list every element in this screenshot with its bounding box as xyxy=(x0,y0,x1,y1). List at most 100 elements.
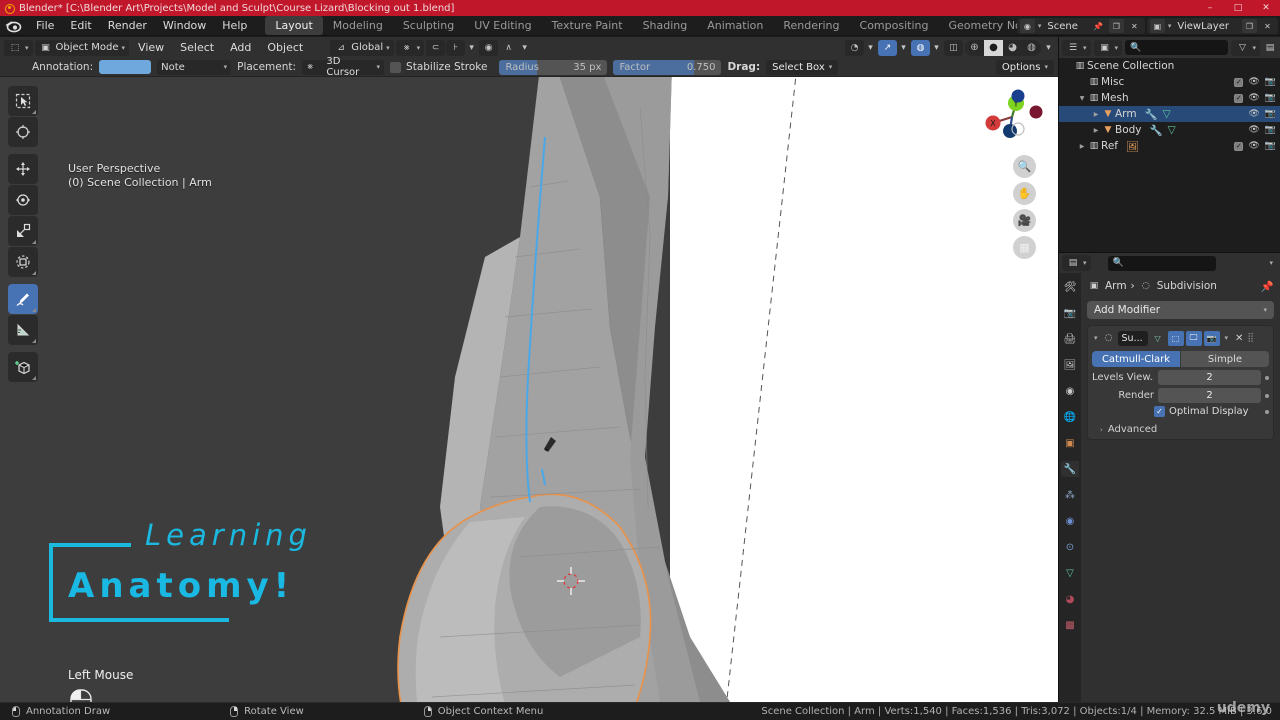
pin-icon[interactable]: 📌 xyxy=(1091,19,1106,33)
move-tool[interactable] xyxy=(8,154,38,184)
snap-pivot-selector[interactable]: ⨳ ▾ xyxy=(396,40,425,56)
expand-arrow[interactable]: ▶ xyxy=(1091,111,1101,118)
view-object-types-icon[interactable]: ◔ xyxy=(845,40,864,56)
drag-handle-icon[interactable]: ⣿ xyxy=(1247,333,1254,343)
xray-toggle-icon[interactable]: ◫ xyxy=(944,40,963,56)
properties-search-input[interactable]: 🔍 xyxy=(1108,256,1216,271)
tab-scene[interactable]: ◉ xyxy=(1061,383,1079,399)
outliner-editor-type[interactable]: ☰ ▾ xyxy=(1062,40,1091,56)
transform-tool[interactable] xyxy=(8,247,38,277)
delete-modifier-icon[interactable]: ✕ xyxy=(1233,333,1245,344)
animate-property-dot[interactable] xyxy=(1265,410,1269,414)
options-dropdown[interactable]: Options ▾ xyxy=(996,60,1054,75)
factor-slider[interactable]: Factor 0.750 xyxy=(613,60,721,75)
select-box-tool[interactable] xyxy=(8,86,38,116)
delete-viewlayer-icon[interactable]: ✕ xyxy=(1260,19,1275,33)
3d-viewport[interactable]: User Perspective (0) Scene Collection | … xyxy=(0,77,1058,702)
tab-object-data[interactable]: ▽ xyxy=(1061,565,1079,581)
camera-icon[interactable]: 📷 xyxy=(1265,93,1276,103)
modifier-icon[interactable]: 🔧 xyxy=(1150,124,1163,137)
chevron-down-icon[interactable]: ▾ xyxy=(931,40,942,56)
outliner-row-scene-collection[interactable]: ▥ Scene Collection xyxy=(1059,58,1280,74)
viewport-menu-view[interactable]: View xyxy=(131,41,171,54)
outliner-search-input[interactable]: 🔍 xyxy=(1125,40,1228,55)
on-cage-icon[interactable]: ▽ xyxy=(1150,331,1166,346)
eye-icon[interactable]: 👁 xyxy=(1248,93,1259,103)
levels-viewport-value[interactable]: 2 xyxy=(1158,370,1261,385)
snap-magnet-icon[interactable]: ⊂ xyxy=(426,40,445,56)
object-mode-selector[interactable]: ▣ Object Mode ▾ xyxy=(35,40,130,56)
properties-options-chevron-icon[interactable]: ▾ xyxy=(1269,259,1273,267)
outliner-row-ref[interactable]: ▶ ▥ Ref 🖼 ✓ 👁 📷 xyxy=(1059,138,1280,154)
maximize-button[interactable]: □ xyxy=(1224,0,1252,16)
editor-type-selector[interactable]: ⬚ ▾ xyxy=(4,40,33,56)
scale-tool[interactable] xyxy=(8,216,38,246)
blender-logo-icon[interactable] xyxy=(4,18,22,34)
zoom-icon[interactable]: 🔍 xyxy=(1013,155,1036,178)
outliner-filter[interactable]: ▽ ▾ xyxy=(1231,40,1260,56)
placement-dropdown[interactable]: ⨳ 3D Cursor ▾ xyxy=(302,60,384,75)
stabilize-stroke-group[interactable]: Stabilize Stroke xyxy=(390,61,487,73)
tab-shading[interactable]: Shading xyxy=(633,16,698,35)
shading-solid-icon[interactable]: ● xyxy=(984,40,1003,56)
animate-property-dot[interactable] xyxy=(1265,394,1269,398)
eye-icon[interactable]: 👁 xyxy=(1248,125,1259,135)
camera-icon[interactable]: 📷 xyxy=(1265,109,1276,119)
image-empty-icon[interactable]: 🖼 xyxy=(1126,140,1139,153)
expand-arrow[interactable]: ▶ xyxy=(1091,127,1101,134)
tab-modifiers[interactable]: 🔧 xyxy=(1061,461,1079,477)
tab-render[interactable]: 📷 xyxy=(1061,305,1079,321)
pan-hand-icon[interactable]: ✋ xyxy=(1013,182,1036,205)
mesh-data-icon[interactable]: ▽ xyxy=(1168,124,1176,136)
menu-window[interactable]: Window xyxy=(155,17,214,35)
tab-compositing[interactable]: Compositing xyxy=(850,16,939,35)
modifier-icon[interactable]: 🔧 xyxy=(1145,108,1158,121)
render-levels-value[interactable]: 2 xyxy=(1158,388,1261,403)
viewport-menu-add[interactable]: Add xyxy=(223,41,258,54)
tab-layout[interactable]: Layout xyxy=(265,16,322,35)
tab-tool[interactable]: 🛠 xyxy=(1061,279,1079,295)
render-display-icon[interactable]: 📷 xyxy=(1204,331,1220,346)
outliner-row-body[interactable]: ▶ ▼ Body 🔧 ▽ 👁 📷 xyxy=(1059,122,1280,138)
outliner-row-arm[interactable]: ▶ ▼ Arm 🔧 ▽ 👁 📷 xyxy=(1059,106,1280,122)
pin-icon[interactable]: 📌 xyxy=(1261,280,1274,293)
tab-material[interactable]: ◕ xyxy=(1061,591,1079,607)
eye-icon[interactable]: 👁 xyxy=(1248,141,1259,151)
tab-physics[interactable]: ◉ xyxy=(1061,513,1079,529)
camera-icon[interactable]: 📷 xyxy=(1265,77,1276,87)
animate-property-dot[interactable] xyxy=(1265,376,1269,380)
chevron-down-icon[interactable]: ▾ xyxy=(865,40,876,56)
annotate-tool[interactable] xyxy=(8,284,38,314)
shading-material-icon[interactable]: ◕ xyxy=(1003,40,1022,56)
eye-icon[interactable]: 👁 xyxy=(1248,109,1259,119)
advanced-section[interactable]: › Advanced xyxy=(1092,424,1269,435)
expand-arrow[interactable]: ▶ xyxy=(1077,143,1087,150)
measure-tool[interactable] xyxy=(8,315,38,345)
modifier-name-field[interactable]: Su... xyxy=(1118,331,1148,346)
new-scene-icon[interactable]: ❐ xyxy=(1109,19,1124,33)
annotation-layer-dropdown[interactable]: Note ▾ xyxy=(157,60,231,75)
add-modifier-button[interactable]: Add Modifier ▾ xyxy=(1087,301,1274,319)
realtime-display-icon[interactable]: 🖵 xyxy=(1186,331,1202,346)
camera-icon[interactable]: 📷 xyxy=(1265,125,1276,135)
viewport-menu-object[interactable]: Object xyxy=(260,41,310,54)
falloff-icon[interactable]: ∧ xyxy=(499,40,518,56)
delete-scene-icon[interactable]: ✕ xyxy=(1127,19,1142,33)
close-button[interactable]: ✕ xyxy=(1252,0,1280,16)
rotate-tool[interactable] xyxy=(8,185,38,215)
cursor-tool[interactable] xyxy=(8,117,38,147)
snap-target-icon[interactable]: ⊦ xyxy=(446,40,465,56)
tab-modeling[interactable]: Modeling xyxy=(323,16,393,35)
exclude-checkbox[interactable]: ✓ xyxy=(1234,94,1243,103)
toggle-ortho-icon[interactable]: ▦ xyxy=(1013,236,1036,259)
show-overlays-icon[interactable]: ◍ xyxy=(911,40,930,56)
exclude-checkbox[interactable]: ✓ xyxy=(1234,142,1243,151)
exclude-checkbox[interactable]: ✓ xyxy=(1234,78,1243,87)
tab-constraints[interactable]: ⊙ xyxy=(1061,539,1079,555)
stabilize-stroke-checkbox[interactable] xyxy=(390,62,401,73)
shading-wireframe-icon[interactable]: ⊕ xyxy=(965,40,984,56)
tab-texture[interactable]: ▩ xyxy=(1061,617,1079,633)
edit-mode-display-icon[interactable]: ⬚ xyxy=(1168,331,1184,346)
viewlayer-selector[interactable]: ▣ ▾ ViewLayer ❐ ✕ xyxy=(1147,18,1278,34)
menu-edit[interactable]: Edit xyxy=(62,17,99,35)
